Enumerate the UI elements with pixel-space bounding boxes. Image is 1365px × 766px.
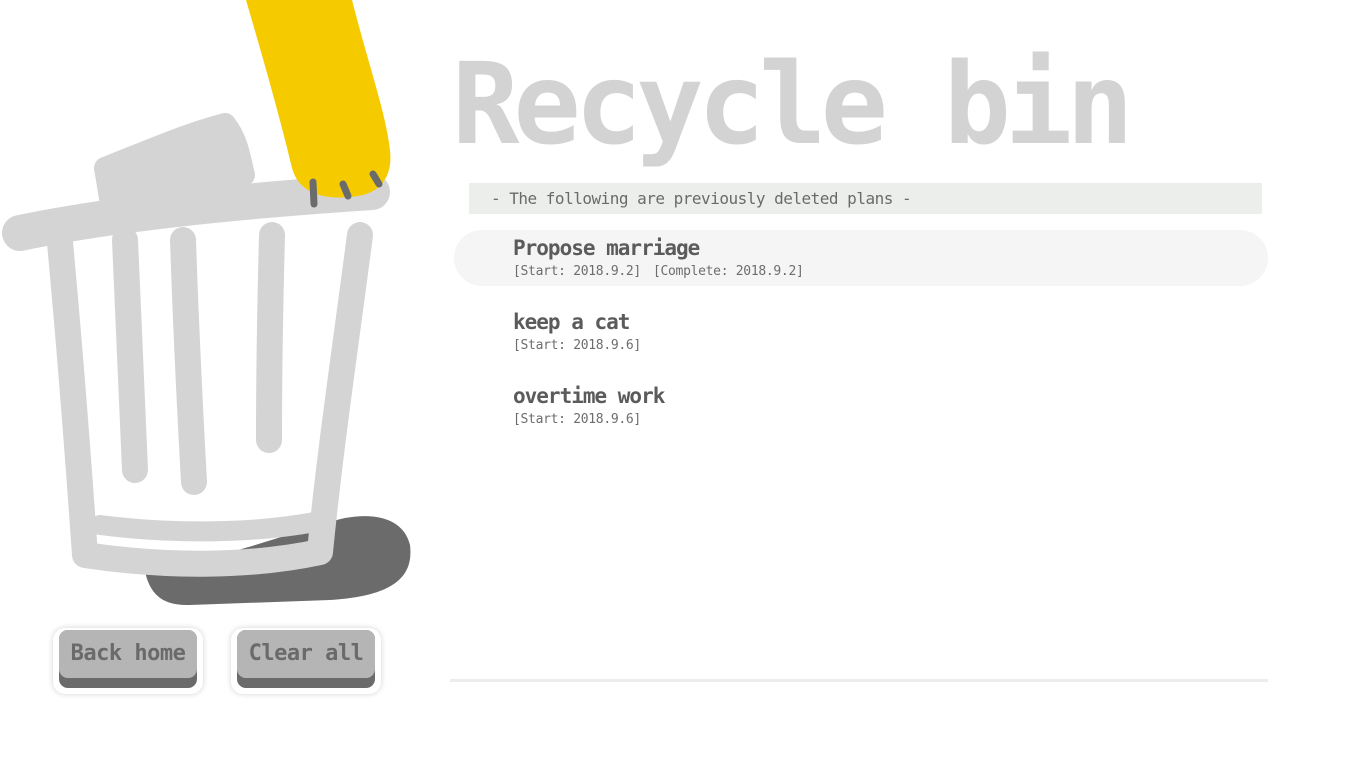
- list-item[interactable]: keep a cat [Start: 2018.9.6]: [454, 304, 1268, 360]
- clear-all-label: Clear all: [237, 630, 375, 678]
- back-home-button[interactable]: Back home: [59, 630, 197, 688]
- page-title: Recycle bin: [452, 40, 1134, 170]
- bin-rib-icon: [112, 227, 148, 483]
- back-home-button-wrapper: Back home: [53, 628, 203, 694]
- clear-all-button[interactable]: Clear all: [237, 630, 375, 688]
- list-item[interactable]: overtime work [Start: 2018.9.6]: [454, 378, 1268, 434]
- plan-name: overtime work: [513, 384, 665, 408]
- plan-name: keep a cat: [513, 310, 630, 334]
- plan-start-date: [Start: 2018.9.6]: [513, 412, 641, 427]
- bin-rib-icon: [170, 227, 207, 495]
- bin-lid-icon: [2, 174, 390, 251]
- plan-dates: [Start: 2018.9.6]: [513, 412, 641, 427]
- bottom-divider: [450, 679, 1268, 682]
- plan-start-date: [Start: 2018.9.2]: [513, 264, 641, 279]
- list-item[interactable]: Propose marriage [Start: 2018.9.2] [Compl…: [454, 230, 1268, 286]
- recycle-bin-page: Back home Clear all Recycle bin - The fo…: [0, 0, 1365, 766]
- claw-icon: [309, 178, 318, 208]
- trash-can-illustration-icon: [2, 0, 411, 606]
- plan-dates: [Start: 2018.9.2] [Complete: 2018.9.2]: [513, 264, 804, 279]
- deleted-plans-list: Propose marriage [Start: 2018.9.2] [Compl…: [454, 230, 1268, 452]
- bin-rib-icon: [256, 222, 285, 453]
- plan-start-date: [Start: 2018.9.6]: [513, 338, 641, 353]
- claw-icon: [339, 180, 352, 200]
- back-home-label: Back home: [59, 630, 197, 678]
- cat-paw-icon: [246, 0, 391, 198]
- plan-complete-date: [Complete: 2018.9.2]: [652, 264, 804, 279]
- plan-dates: [Start: 2018.9.6]: [513, 338, 641, 353]
- subtitle-text: - The following are previously deleted p…: [491, 189, 912, 208]
- plan-name: Propose marriage: [513, 236, 700, 260]
- subtitle-banner: - The following are previously deleted p…: [469, 183, 1262, 214]
- clear-all-button-wrapper: Clear all: [231, 628, 381, 694]
